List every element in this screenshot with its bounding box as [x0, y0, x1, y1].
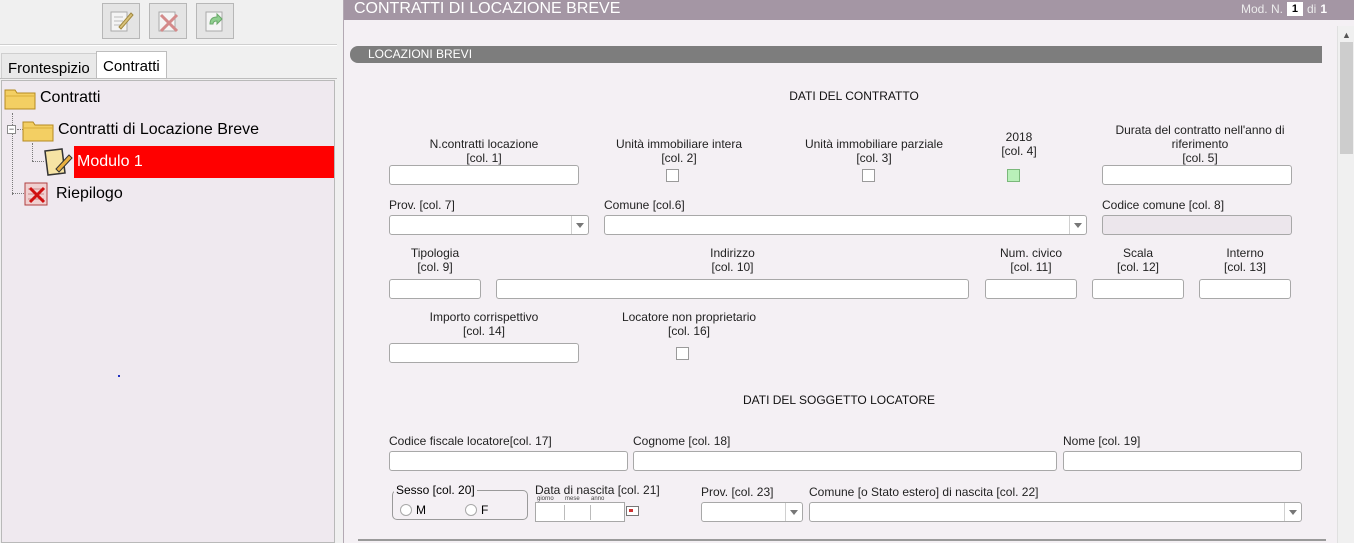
toolbar-divider [0, 44, 337, 46]
label-prov: Prov. [col. 7] [389, 198, 455, 212]
tree-node-label: Modulo 1 [74, 146, 334, 178]
sesso-f-label: F [481, 503, 489, 517]
locatore-non-prop-checkbox[interactable] [676, 347, 689, 360]
n-contratti-input[interactable] [389, 165, 579, 185]
tree-node-label: Contratti [40, 89, 101, 106]
prov-select[interactable] [389, 215, 589, 235]
section-heading-contratto: DATI DEL CONTRATTO [789, 89, 919, 103]
collapse-icon[interactable]: − [7, 125, 16, 134]
tipologia-input[interactable] [389, 279, 481, 299]
label-importo: Importo corrispettivo [col. 14] [429, 310, 539, 338]
module-label: Mod. N. [1240, 2, 1283, 16]
num-civico-input[interactable] [985, 279, 1077, 299]
label-sesso: Sesso [col. 20] [394, 483, 477, 497]
label-anno: 2018 [col. 4] [1001, 130, 1037, 158]
section-divider [358, 539, 1326, 541]
cognome-input[interactable] [633, 451, 1057, 471]
chevron-down-icon [1284, 503, 1301, 521]
module-total: 1 [1320, 2, 1327, 16]
sesso-m-radio[interactable] [400, 504, 412, 516]
codice-comune-field [1102, 215, 1292, 235]
module-counter: Mod. N. 1 di 1 [1241, 2, 1327, 16]
folder-icon [4, 89, 36, 110]
label-durata: Durata del contratto nell'anno di riferim… [1115, 123, 1285, 165]
label-comune-nascita: Comune [o Stato estero] di nascita [col.… [809, 485, 1039, 499]
scroll-up-icon[interactable]: ▲ [1342, 30, 1351, 40]
sesso-m-label: M [416, 503, 426, 517]
tab-divider [0, 78, 337, 79]
label-indirizzo: Indirizzo [col. 10] [710, 246, 755, 274]
form-panel: CONTRATTI DI LOCAZIONE BREVE Mod. N. 1 d… [343, 0, 1354, 543]
section-header: LOCAZIONI BREVI [350, 46, 1322, 63]
module-number-input[interactable]: 1 [1286, 2, 1303, 16]
tab-contratti[interactable]: Contratti [96, 51, 167, 78]
label-n-contratti: N.contratti locazione [col. 1] [429, 137, 539, 165]
anno-checkbox[interactable] [1007, 169, 1020, 182]
comune-select[interactable] [604, 215, 1087, 235]
title-bar: CONTRATTI DI LOCAZIONE BREVE Mod. N. 1 d… [344, 0, 1354, 20]
unita-intera-checkbox[interactable] [666, 169, 679, 182]
label-codice-comune: Codice comune [col. 8] [1102, 198, 1225, 212]
interno-input[interactable] [1199, 279, 1291, 299]
section-heading-locatore: DATI DEL SOGGETTO LOCATORE [742, 393, 936, 407]
label-scala: Scala [col. 12] [1116, 246, 1160, 274]
label-cognome: Cognome [col. 18] [633, 434, 731, 448]
delete-icon [158, 11, 179, 33]
unita-parziale-checkbox[interactable] [862, 169, 875, 182]
navigation-panel: Frontespizio Contratti − Contratti Contr… [0, 0, 337, 543]
tab-bar: Frontespizio Contratti [0, 51, 337, 79]
vertical-scrollbar[interactable]: ▲ [1337, 26, 1354, 543]
label-locatore-non-prop: Locatore non proprietario [col. 16] [621, 310, 757, 338]
document-edit-icon [44, 148, 73, 176]
label-nome: Nome [col. 19] [1063, 434, 1141, 448]
module-of-label: di [1306, 2, 1317, 16]
scala-input[interactable] [1092, 279, 1184, 299]
label-data-nascita: Data di nascita [col. 21] [535, 483, 660, 497]
scroll-thumb[interactable] [1340, 42, 1353, 154]
label-prov-nascita: Prov. [col. 23] [701, 485, 774, 499]
refresh-button[interactable] [196, 3, 234, 39]
tree-node-label: Riepilogo [56, 185, 123, 202]
tree-node-label: Contratti di Locazione Breve [58, 121, 259, 138]
marker-dot [118, 375, 120, 377]
data-nascita-input[interactable] [535, 502, 625, 522]
delete-button[interactable] [149, 3, 187, 39]
prov-nascita-select[interactable] [701, 502, 803, 522]
chevron-down-icon [1069, 216, 1086, 234]
nome-input[interactable] [1063, 451, 1302, 471]
durata-input[interactable] [1102, 165, 1292, 185]
label-unita-parziale: Unità immobiliare parziale [col. 3] [804, 137, 944, 165]
toolbar [0, 0, 337, 44]
label-comune: Comune [col.6] [604, 198, 685, 212]
tree-node-contratti[interactable]: Contratti [4, 82, 104, 114]
tree-node-locazione-breve[interactable]: Contratti di Locazione Breve [22, 114, 263, 146]
label-interno: Interno [col. 13] [1223, 246, 1267, 274]
sesso-f-radio[interactable] [465, 504, 477, 516]
chevron-down-icon [571, 216, 588, 234]
tree-node-modulo-1[interactable]: Modulo 1 [42, 146, 334, 178]
calendar-icon[interactable] [626, 506, 639, 516]
page-title: CONTRATTI DI LOCAZIONE BREVE [354, 0, 621, 17]
label-unita-intera: Unità immobiliare intera [col. 2] [615, 137, 743, 165]
tree-view: − Contratti Contratti di Locazione Breve… [1, 80, 335, 543]
indirizzo-input[interactable] [496, 279, 969, 299]
label-tipologia: Tipologia [col. 9] [410, 246, 460, 274]
folder-icon [22, 121, 54, 142]
codice-fiscale-input[interactable] [389, 451, 628, 471]
edit-button[interactable] [102, 3, 140, 39]
tree-node-riepilogo[interactable]: Riepilogo [22, 178, 127, 210]
refresh-icon [205, 11, 223, 32]
label-num-civico: Num. civico [col. 11] [999, 246, 1062, 274]
tab-frontespizio[interactable]: Frontespizio [1, 53, 97, 79]
chevron-down-icon [785, 503, 802, 521]
edit-icon [110, 11, 134, 32]
label-codice-fiscale: Codice fiscale locatore[col. 17] [389, 434, 552, 448]
summary-error-icon [24, 182, 48, 206]
comune-nascita-select[interactable] [809, 502, 1302, 522]
importo-input[interactable] [389, 343, 579, 363]
